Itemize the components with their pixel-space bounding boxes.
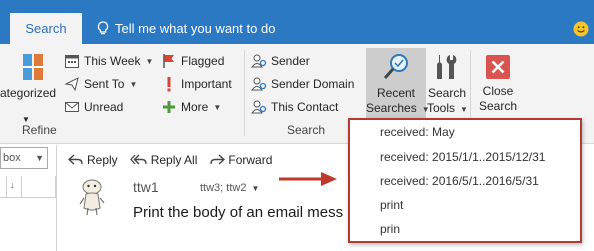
tell-me-box[interactable]: Tell me what you want to do — [97, 13, 275, 44]
tab-bar: Search Tell me what you want to do — [0, 0, 594, 44]
recent-searches-line2: Searches ▼ — [366, 101, 430, 115]
reply-all-button[interactable]: Reply All — [129, 153, 198, 167]
this-contact-label: This Contact — [271, 100, 339, 114]
close-icon — [486, 55, 510, 79]
list-header-cell[interactable]: ↓ — [7, 176, 22, 198]
sender-domain-button[interactable]: Sender Domain — [251, 73, 354, 95]
recent-search-item[interactable]: print — [380, 198, 403, 212]
forward-icon — [210, 154, 226, 165]
chevron-down-icon: ▼ — [35, 153, 44, 163]
recent-searches-line1: Recent — [376, 86, 416, 100]
more-label: More — [181, 100, 209, 114]
person-search-icon — [251, 76, 267, 92]
message-actions: Reply Reply All Forward — [68, 153, 284, 167]
reply-icon — [68, 154, 83, 165]
recent-searches-dropdown: received: May received: 2015/1/1..2015/1… — [348, 118, 582, 243]
search-tools-button[interactable]: Search Tools ▼ — [427, 48, 468, 120]
close-search-line1: Close — [482, 84, 514, 98]
sent-to-button[interactable]: Sent To ▼ — [64, 73, 137, 95]
sender-domain-label: Sender Domain — [271, 77, 355, 91]
search-tools-line1: Search — [427, 86, 467, 100]
categorized-label: ategorized — [0, 86, 57, 100]
person-search-icon — [251, 53, 267, 69]
mailbox-combo[interactable]: box ▼ — [0, 147, 48, 169]
important-icon — [161, 76, 177, 92]
list-header-cell[interactable] — [0, 176, 7, 198]
message-recipients[interactable]: ttw3; ttw2 ▼ — [200, 182, 259, 194]
this-week-label: This Week — [84, 54, 141, 68]
flagged-label: Flagged — [181, 54, 225, 68]
flagged-button[interactable]: Flagged — [161, 50, 224, 72]
calendar-icon — [64, 53, 80, 69]
sent-to-label: Sent To — [84, 77, 125, 91]
message-sender: ttw1 — [133, 179, 159, 195]
recent-searches-button[interactable]: Recent Searches ▼ — [366, 48, 430, 120]
more-button[interactable]: More ▼ — [161, 96, 221, 118]
separator — [244, 50, 245, 136]
arrow-icon — [279, 172, 337, 186]
close-search-button[interactable]: Close Search — [476, 48, 520, 120]
refine-group-label: Refine — [22, 123, 57, 137]
envelope-icon — [64, 99, 80, 115]
person-search-icon — [251, 99, 267, 115]
close-search-line2: Search — [478, 99, 518, 113]
reply-label: Reply — [87, 153, 118, 167]
reply-all-icon — [129, 154, 147, 165]
this-week-button[interactable]: This Week ▼ — [64, 50, 153, 72]
sender-label: Sender — [271, 54, 310, 68]
list-header-cell[interactable] — [22, 176, 56, 198]
recent-search-item[interactable]: received: 2015/1/1..2015/12/31 — [380, 150, 545, 164]
important-label: Important — [181, 77, 232, 91]
plus-icon — [161, 99, 177, 115]
recent-search-item[interactable]: prin — [380, 222, 400, 236]
search-group-label: Search — [287, 123, 326, 137]
important-button[interactable]: Important — [161, 73, 232, 95]
tools-icon — [437, 55, 457, 79]
unread-label: Unread — [84, 100, 124, 114]
this-contact-button[interactable]: This Contact — [251, 96, 338, 118]
smiley-icon[interactable] — [573, 21, 589, 37]
forward-label: Forward — [228, 153, 273, 167]
recipients-text: ttw3; ttw2 — [200, 182, 247, 194]
recent-search-item[interactable]: received: May — [380, 125, 455, 139]
recent-search-item[interactable]: received: 2016/5/1..2016/5/31 — [380, 174, 539, 188]
unread-button[interactable]: Unread — [64, 96, 123, 118]
magnifier-icon — [383, 54, 408, 79]
sender-button[interactable]: Sender — [251, 50, 310, 72]
lightbulb-icon — [97, 21, 109, 35]
reply-button[interactable]: Reply — [68, 153, 118, 167]
reply-all-label: Reply All — [150, 153, 198, 167]
list-header: ↓ — [0, 176, 56, 198]
tell-me-text: Tell me what you want to do — [115, 21, 276, 36]
avatar — [79, 179, 105, 216]
categorized-button[interactable]: ategorized — [0, 52, 60, 122]
search-tools-line2: Tools ▼ — [427, 101, 468, 115]
categorize-icon — [23, 54, 43, 80]
sent-to-icon — [64, 76, 80, 92]
mailbox-combo-value: box — [3, 152, 21, 164]
chevron-down-icon: ↓ — [10, 180, 15, 190]
tab-search[interactable]: Search — [10, 13, 82, 44]
message-subject: Print the body of an email mess — [133, 204, 344, 221]
forward-button[interactable]: Forward — [209, 153, 272, 167]
flag-icon — [161, 53, 177, 69]
